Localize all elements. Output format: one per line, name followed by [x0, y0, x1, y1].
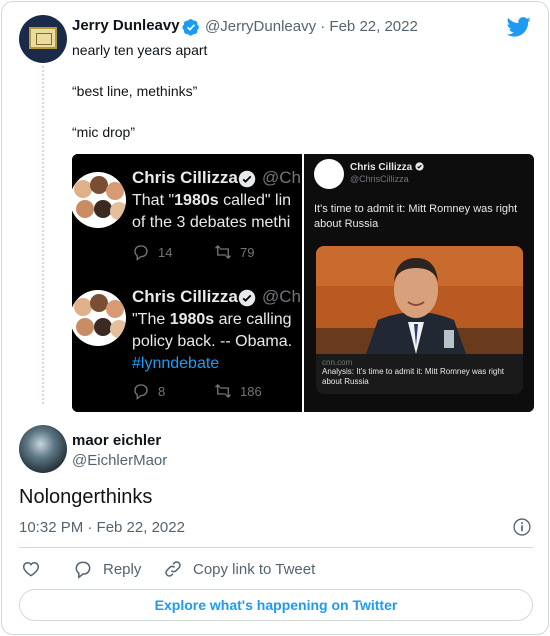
- main-author-name[interactable]: maor eichler: [72, 432, 161, 449]
- retweet-icon: [215, 384, 231, 398]
- screenshot-author-handle: @ChrisCillizza: [350, 174, 409, 184]
- quote-author-name[interactable]: Jerry Dunleavy: [72, 17, 180, 34]
- tweet-embed-card: Jerry Dunleavy @JerryDunleavy · Feb 22, …: [1, 1, 549, 635]
- twitter-logo-icon[interactable]: [507, 16, 531, 38]
- quote-text-line-2: “best line, methinks”: [72, 83, 198, 99]
- attached-media[interactable]: Chris Cillizza @Chr That "1980s called" …: [72, 154, 534, 412]
- embedded-author-name: Chris Cillizza: [132, 287, 238, 306]
- main-tweet-text: Nolongerthinks: [19, 486, 153, 508]
- heart-icon: [22, 561, 40, 577]
- reply-stat: 8: [132, 382, 165, 400]
- retweet-icon: [215, 245, 231, 259]
- retweet-stat: 79: [214, 243, 254, 261]
- retweet-count: 186: [240, 383, 262, 399]
- copy-link-button[interactable]: Copy link to Tweet: [163, 559, 315, 579]
- embedded-text-line: policy back. -- Obama.: [132, 333, 293, 350]
- main-author-handle[interactable]: @EichlerMaor: [72, 452, 167, 469]
- link-domain: cnn.com: [322, 358, 353, 367]
- embedded-author-name: Chris Cillizza: [132, 168, 238, 187]
- embedded-text-line: "The 1980s are calling: [132, 311, 292, 328]
- embedded-author-handle: @Chr: [262, 287, 302, 306]
- link-icon: [165, 561, 181, 577]
- screenshot-tweet-text: It's time to admit it: Mitt Romney was r…: [314, 203, 518, 230]
- link-title: Analysis: It's time to admit it: Mitt Ro…: [322, 367, 505, 386]
- quote-author-handle[interactable]: @JerryDunleavy · Feb 22, 2022: [205, 18, 418, 35]
- embedded-text-line: of the 3 debates methi: [132, 214, 291, 231]
- embedded-author-handle: @Chr: [262, 168, 302, 187]
- reply-stat: 14: [132, 243, 172, 261]
- screenshot-link-card: cnn.com Analysis: It's time to admit it:…: [316, 354, 523, 394]
- info-icon[interactable]: [512, 517, 532, 537]
- media-left-screenshot[interactable]: Chris Cillizza @Chr That "1980s called" …: [72, 154, 302, 412]
- verified-badge-icon: [182, 19, 199, 36]
- reply-icon: [75, 561, 91, 579]
- divider: [19, 547, 533, 548]
- reply-count: 8: [158, 383, 166, 399]
- reply-count: 14: [158, 244, 173, 260]
- maor-eichler-avatar[interactable]: [19, 425, 67, 473]
- verified-badge-icon: [415, 162, 424, 171]
- thread-connector: [42, 66, 44, 404]
- verified-badge-icon: [238, 289, 256, 307]
- verified-badge-icon: [238, 170, 256, 188]
- embedded-text-line: That "1980s called" lin: [132, 192, 292, 209]
- tweet-timestamp[interactable]: 10:32 PM · Feb 22, 2022: [19, 519, 185, 536]
- cillizza-avatar: [72, 290, 126, 346]
- copy-link-label: Copy link to Tweet: [193, 560, 316, 578]
- cillizza-avatar: [314, 159, 344, 189]
- cillizza-avatar: [72, 172, 126, 228]
- romney-photo: [316, 246, 523, 354]
- media-right-screenshot[interactable]: Chris Cillizza @ChrisCillizza It's time …: [304, 154, 534, 412]
- reply-label: Reply: [103, 560, 142, 578]
- explore-button[interactable]: Explore what's happening on Twitter: [19, 589, 533, 621]
- quote-text-line-1: nearly ten years apart: [72, 42, 208, 58]
- reply-icon: [134, 245, 148, 261]
- retweet-count: 79: [240, 244, 255, 260]
- embedded-hashtag: #lynndebate: [132, 355, 220, 372]
- jerry-dunleavy-avatar[interactable]: [19, 15, 67, 63]
- screenshot-author-name: Chris Cillizza: [350, 162, 424, 173]
- retweet-stat: 186: [214, 382, 262, 400]
- reply-icon: [134, 384, 148, 400]
- like-button[interactable]: [21, 559, 41, 579]
- quote-text-line-3: “mic drop”: [72, 124, 136, 140]
- reply-button[interactable]: Reply: [73, 559, 141, 579]
